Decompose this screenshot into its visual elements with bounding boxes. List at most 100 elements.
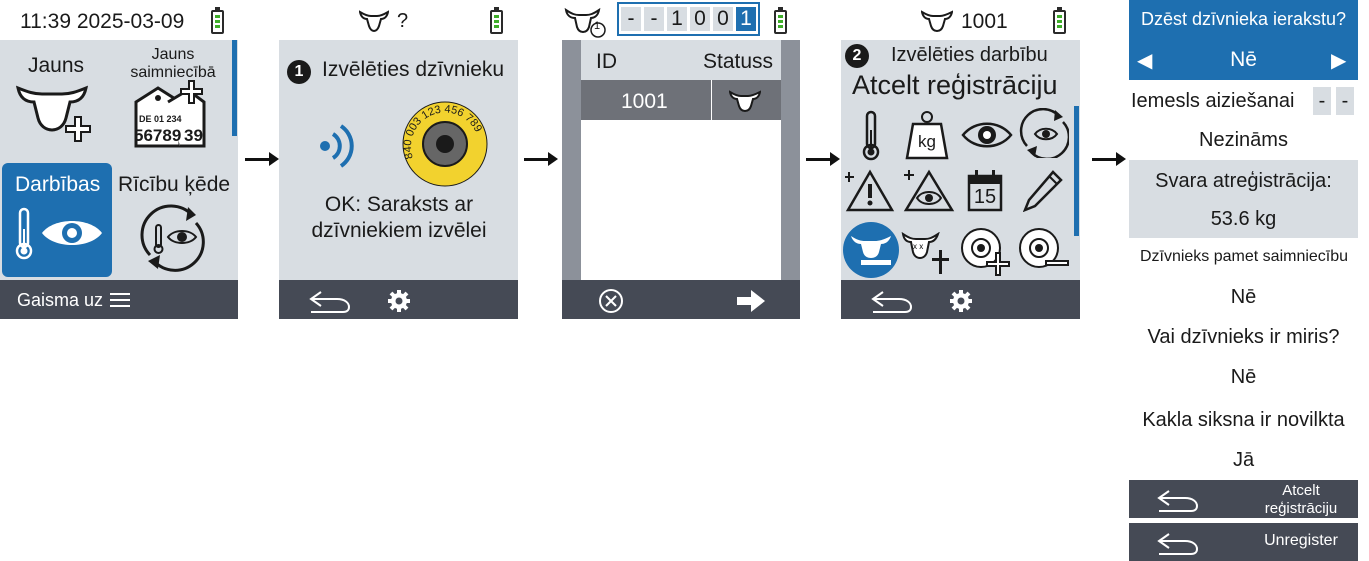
thermometer-icon[interactable] (859, 110, 883, 162)
flow-arrow (245, 152, 279, 166)
digit: 1 (667, 7, 687, 31)
svg-text:x x: x x (913, 242, 923, 251)
warning-eye-icon[interactable] (903, 168, 955, 212)
action-title: Atcelt reģistrāciju (852, 70, 1058, 100)
animal-list: ID Statuss 1001 (581, 40, 781, 280)
ear-tag-icon: 840 003 123 456 789 (402, 101, 488, 187)
cow-unregister-icon[interactable] (843, 222, 899, 278)
list-panel: ID Statuss 1001 (562, 40, 800, 280)
menu-grid: Jauns Jauns saimniecībā DE 01 234 56789 … (0, 40, 238, 280)
tile-new-in-farm[interactable]: Jauns saimniecībā DE 01 234 56789 39 (118, 42, 228, 159)
reason-digit[interactable]: - (1336, 87, 1354, 115)
tag-text-back: 39 (184, 126, 203, 145)
battery-icon (774, 7, 787, 34)
weight-value[interactable]: 53.6 kg (1129, 208, 1358, 231)
step-number: 2 (845, 44, 869, 68)
col-status: Statuss (703, 50, 774, 73)
step-heading: Izvēlēties darbību (891, 44, 1048, 66)
unregister-button-en[interactable]: Unregister (1129, 523, 1358, 561)
col-id: ID (596, 50, 617, 73)
list-header: ID Statuss (581, 40, 781, 80)
eye-icon[interactable] (961, 120, 1013, 150)
tile-actions[interactable]: Darbības (2, 163, 112, 277)
status-bar: ? (279, 0, 518, 40)
weight-icon[interactable]: kg (905, 110, 949, 160)
calendar-icon[interactable]: 15 (967, 170, 1003, 212)
cow-icon (921, 10, 953, 32)
dead-label: Vai dzīvnieks ir miris? (1147, 326, 1340, 348)
ear-tag-remove-icon[interactable] (1017, 226, 1073, 278)
battery-icon (1053, 7, 1066, 34)
cancel-icon[interactable] (598, 288, 624, 314)
tile-new-animal[interactable]: Jauns (2, 42, 112, 159)
delete-answer[interactable]: Nē (1189, 48, 1298, 72)
digit: 0 (713, 7, 733, 31)
prev-arrow-icon[interactable]: ◀ (1137, 48, 1152, 73)
back-icon[interactable] (869, 288, 915, 314)
collar-value[interactable]: Jā (1129, 449, 1358, 472)
action-panel: 2 Izvēlēties darbību Atcelt reģistrāciju… (841, 40, 1080, 280)
leaves-farm-value[interactable]: Nē (1129, 286, 1358, 309)
status-bar: 1 - - 1 0 0 1 (562, 0, 800, 40)
flow-arrow (806, 152, 840, 166)
arrow-right-icon[interactable] (737, 290, 765, 312)
rotate-eye-icon[interactable] (1019, 108, 1069, 158)
cow-filter-icon (564, 7, 606, 38)
tag-text-1: DE 01 234 (139, 114, 182, 124)
cow-dead-icon[interactable]: x x (901, 232, 953, 276)
pencil-icon[interactable] (1023, 170, 1063, 212)
counter-badge: 1 (594, 20, 601, 32)
tile-action-chain[interactable]: Rīcību ķēde (118, 163, 232, 277)
button-label: Unregister (1264, 532, 1338, 549)
tile-label: Jauns (28, 54, 85, 77)
unregister-button-lv[interactable]: Atcelt reģistrāciju (1129, 480, 1358, 518)
select-animal-panel: 1 Izvēlēties dzīvnieku 840 003 123 456 7… (279, 40, 518, 280)
dead-value[interactable]: Nē (1129, 366, 1358, 389)
list-item[interactable]: 1001 (581, 80, 781, 120)
status-bar: 1001 (841, 0, 1080, 40)
cow-unregister-shape (851, 236, 891, 265)
clock: 11:39 2025-03-09 (20, 10, 185, 33)
step-heading: Izvēlēties dzīvnieku (322, 58, 505, 81)
bottom-bar (841, 280, 1080, 319)
light-toggle[interactable]: Gaisma uz (17, 290, 103, 311)
bottom-bar (562, 280, 800, 319)
tile-label: Jauns saimniecībā (130, 46, 216, 81)
reason-label: Iemesls aiziešanai (1131, 90, 1295, 112)
tag-text-2: 56789 (134, 126, 182, 145)
tile-label: Darbības (15, 173, 101, 196)
delete-question-box: Dzēst dzīvnieka ierakstu? ◀ Nē ▶ (1129, 0, 1358, 80)
animal-id: 1001 (961, 10, 1008, 33)
scrollbar[interactable] (232, 40, 237, 136)
weight-unit: kg (918, 132, 936, 151)
menu-icon[interactable] (110, 291, 130, 309)
collar-label: Kakla siksna ir novilkta (1142, 409, 1345, 431)
next-arrow-icon[interactable]: ▶ (1331, 48, 1346, 73)
gear-icon[interactable] (949, 289, 973, 313)
weight-box: Svara atreģistrācija: 53.6 kg (1129, 160, 1358, 238)
scrollbar[interactable] (1074, 106, 1079, 236)
back-icon (1157, 490, 1199, 512)
reason-digit[interactable]: - (1313, 87, 1331, 115)
flow-arrow (524, 152, 558, 166)
bottom-bar (279, 280, 518, 319)
status-text: ? (397, 10, 409, 32)
cow-status-icon (729, 90, 761, 112)
button-label: Atcelt reģistrāciju (1264, 482, 1338, 517)
cow-icon (359, 10, 389, 32)
battery-icon (211, 7, 224, 34)
ear-tag-add-icon[interactable] (959, 226, 1013, 278)
cow-add-icon (15, 85, 91, 142)
gear-icon[interactable] (387, 289, 411, 313)
digit: - (644, 7, 664, 31)
warning-icon[interactable] (845, 168, 895, 212)
thermometer-eye-icon (15, 207, 102, 260)
delete-question: Dzēst dzīvnieka ierakstu? (1140, 9, 1347, 29)
reason-value: Nezināms (1199, 129, 1288, 151)
back-icon[interactable] (307, 288, 353, 314)
status-bar: 11:39 2025-03-09 (0, 0, 238, 40)
id-input[interactable]: - - 1 0 0 1 (617, 2, 760, 36)
bottom-bar: Gaisma uz (0, 280, 238, 319)
calendar-day: 15 (973, 186, 997, 208)
tile-label: Rīcību ķēde (118, 173, 231, 196)
